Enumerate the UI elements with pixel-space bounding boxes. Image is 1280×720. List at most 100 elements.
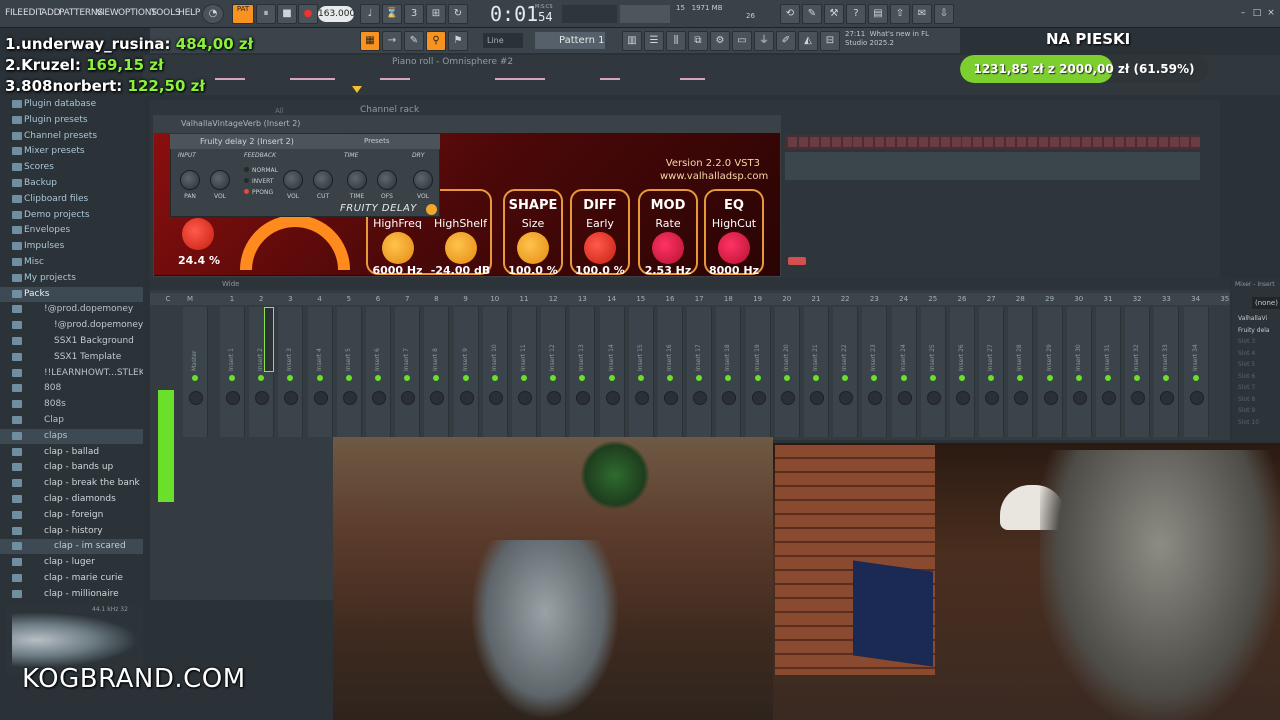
pan-knob[interactable] xyxy=(1072,391,1087,405)
channel-filter[interactable]: All xyxy=(275,107,284,115)
browser-item[interactable]: Channel presets xyxy=(0,129,143,144)
track-led[interactable] xyxy=(1192,375,1199,381)
track-led[interactable] xyxy=(929,375,936,381)
browser-icon[interactable]: ⧉ xyxy=(688,31,708,51)
step-button[interactable] xyxy=(984,137,994,147)
mixer-slot[interactable]: Slot 8 xyxy=(1238,396,1278,407)
pan-knob[interactable] xyxy=(1131,391,1146,405)
pan-knob[interactable] xyxy=(722,391,737,405)
mixer-track[interactable]: Insert 22 xyxy=(833,307,859,437)
pan-knob[interactable] xyxy=(985,391,1000,405)
step-button[interactable] xyxy=(1136,137,1146,147)
step-button[interactable] xyxy=(897,137,906,147)
mixer-track[interactable]: Insert 16 xyxy=(658,307,683,437)
valhalla-knob[interactable] xyxy=(584,232,616,264)
pan-knob[interactable] xyxy=(1160,391,1175,405)
pan-knob[interactable] xyxy=(897,391,912,405)
mixer-track[interactable]: Insert 7 xyxy=(395,307,421,437)
pan-knob[interactable] xyxy=(780,391,795,405)
track-led[interactable] xyxy=(754,375,761,381)
magnet-icon[interactable]: ⚲ xyxy=(426,31,446,51)
pan-knob[interactable] xyxy=(342,391,357,405)
browser-item[interactable]: !@prod.dopemoney xyxy=(0,302,143,317)
browser-item[interactable]: Impulses xyxy=(0,239,143,254)
maximize-icon[interactable]: □ xyxy=(1252,8,1262,18)
step-button[interactable] xyxy=(1006,137,1015,147)
step-button[interactable] xyxy=(1038,137,1048,147)
mixer-track[interactable]: Insert 30 xyxy=(1066,307,1092,437)
step-button[interactable] xyxy=(1071,137,1081,147)
export-icon[interactable]: ⇧ xyxy=(890,4,910,24)
track-led[interactable] xyxy=(842,375,849,381)
pan-knob[interactable] xyxy=(255,391,270,405)
mixer-track[interactable]: Insert 11 xyxy=(512,307,537,437)
pan-knob[interactable] xyxy=(518,391,532,405)
step-button[interactable] xyxy=(1049,137,1059,147)
browser-item[interactable]: clap - bands up xyxy=(0,460,143,475)
menu-view[interactable]: VIEW xyxy=(96,8,119,18)
note[interactable] xyxy=(215,78,245,80)
pan-knob[interactable] xyxy=(751,391,766,405)
step-button[interactable] xyxy=(1147,137,1157,147)
snap-select[interactable]: Line xyxy=(483,33,523,48)
track-led[interactable] xyxy=(462,375,469,381)
menu-tools[interactable]: TOOLS xyxy=(151,8,181,18)
pan-knob[interactable] xyxy=(226,391,240,405)
valhalla-knob[interactable] xyxy=(381,232,414,264)
mic-icon[interactable]: ✎ xyxy=(802,4,822,24)
pan-knob[interactable] xyxy=(1189,391,1204,405)
track-led[interactable] xyxy=(725,375,732,381)
pan-knob[interactable] xyxy=(956,391,970,405)
track-led[interactable] xyxy=(637,375,644,381)
pan-knob[interactable] xyxy=(926,391,941,405)
step-button[interactable] xyxy=(1169,137,1179,147)
mode-option[interactable]: NORMAL xyxy=(244,167,278,174)
tools-icon[interactable]: ⚒ xyxy=(824,4,844,24)
mixer-track[interactable]: Insert 25 xyxy=(920,307,946,437)
track-led[interactable] xyxy=(258,375,265,381)
mix-knob[interactable] xyxy=(182,218,214,250)
pan-knob[interactable] xyxy=(576,391,591,405)
save-icon[interactable]: ▤ xyxy=(868,4,888,24)
step-edit-icon[interactable]: ⊞ xyxy=(426,4,446,24)
mixer-track[interactable]: Insert 9 xyxy=(453,307,479,437)
pan-knob[interactable] xyxy=(1014,391,1029,405)
cpu-meter-icon[interactable]: ◔ xyxy=(202,4,224,24)
slot-input-select[interactable]: (none) xyxy=(1252,297,1280,309)
pattern-selector[interactable]: Pattern 1 xyxy=(535,32,605,49)
mixer-track[interactable]: Insert 17 xyxy=(687,307,713,437)
track-led[interactable] xyxy=(900,375,907,381)
step-button[interactable] xyxy=(853,137,863,147)
mixer-track[interactable]: Insert 32 xyxy=(1125,307,1151,437)
track-led[interactable] xyxy=(521,375,527,381)
pan-knob[interactable] xyxy=(1102,391,1116,405)
track-led[interactable] xyxy=(813,375,819,381)
step-button[interactable] xyxy=(962,137,972,147)
browser-item[interactable]: 808s xyxy=(0,397,143,412)
browser-item[interactable]: clap - luger xyxy=(0,555,143,570)
track-led[interactable] xyxy=(1046,375,1053,381)
step-button[interactable] xyxy=(929,137,939,147)
mixer-track[interactable]: Insert 34 xyxy=(1183,307,1209,437)
loop-record-icon[interactable]: ↻ xyxy=(448,4,468,24)
track-led[interactable] xyxy=(1075,375,1082,381)
track-led[interactable] xyxy=(316,375,323,381)
mode-option[interactable]: INVERT xyxy=(244,178,274,185)
chat-icon[interactable]: ✉ xyxy=(912,4,932,24)
pan-knob[interactable] xyxy=(664,391,678,405)
delay-knob[interactable] xyxy=(283,170,303,190)
news-panel[interactable]: 27:11 What's new in FL Studio 2025.2 xyxy=(845,30,960,52)
delay-knob[interactable] xyxy=(413,170,433,190)
step-button[interactable] xyxy=(1016,137,1026,147)
mixer-track[interactable]: Insert 4 xyxy=(307,307,333,437)
valhalla-knob[interactable] xyxy=(517,232,549,264)
step-button[interactable] xyxy=(1158,137,1168,147)
track-led[interactable] xyxy=(1134,375,1141,381)
step-button[interactable] xyxy=(788,137,797,147)
note[interactable] xyxy=(495,78,545,80)
stamp-icon[interactable]: ⚑ xyxy=(448,31,468,51)
undo-history-icon[interactable]: ⟲ xyxy=(780,4,800,24)
mixer-track[interactable]: Insert 1 xyxy=(220,307,245,437)
mixer-track[interactable]: Insert 18 xyxy=(716,307,742,437)
mixer-icon[interactable]: ⫼ xyxy=(666,31,686,51)
